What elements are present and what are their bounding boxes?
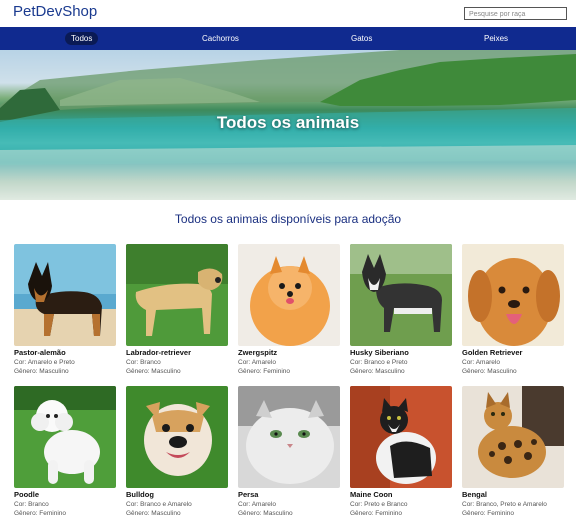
animal-card[interactable]: Husky Siberiano Cor: Branco e Preto Gêne… bbox=[350, 244, 452, 375]
animal-gender: Gênero: Masculino bbox=[238, 510, 293, 517]
hero-title: Todos os animais bbox=[216, 113, 360, 132]
animal-gender: Gênero: Masculino bbox=[126, 510, 181, 517]
animal-gender: Gênero: Feminino bbox=[350, 510, 403, 517]
animal-name: Zwergspitz bbox=[238, 348, 278, 357]
animal-color: Cor: Amarelo e Preto bbox=[14, 359, 75, 366]
nav-tab-peixes[interactable]: Peixes bbox=[484, 32, 508, 45]
animal-card[interactable]: Persa Cor: Amarelo Gênero: Masculino bbox=[238, 386, 340, 517]
bulldog-photo bbox=[126, 386, 228, 488]
nav-tab-cachorros[interactable]: Cachorros bbox=[202, 32, 239, 45]
animal-card[interactable]: Golden Retriever Cor: Amarelo Gênero: Ma… bbox=[462, 244, 564, 375]
animal-card[interactable]: Maine Coon Cor: Preto e Branco Gênero: F… bbox=[350, 386, 452, 517]
german-shepherd-photo bbox=[14, 244, 116, 346]
maine-coon-photo bbox=[350, 386, 452, 488]
poodle-photo bbox=[14, 386, 116, 488]
animal-name: Labrador-retriever bbox=[126, 348, 192, 357]
animal-gender: Gênero: Feminino bbox=[238, 368, 291, 375]
nav-tab-gatos[interactable]: Gatos bbox=[351, 32, 372, 45]
animal-gender: Gênero: Masculino bbox=[126, 368, 181, 375]
animal-name: Persa bbox=[238, 490, 259, 499]
animal-card[interactable]: Bengal Cor: Branco, Preto e Amarelo Gêne… bbox=[462, 386, 564, 517]
animal-card[interactable]: Labrador-retriever Cor: Branco Gênero: M… bbox=[126, 244, 228, 375]
section-title: Todos os animais disponíveis para adoção bbox=[174, 212, 402, 226]
animal-gender: Gênero: Feminino bbox=[14, 510, 67, 517]
persian-cat-photo bbox=[238, 386, 340, 488]
animal-color: Cor: Branco bbox=[126, 359, 161, 366]
animal-name: Bulldog bbox=[126, 490, 154, 499]
header: PetDevShop bbox=[0, 0, 576, 26]
animal-card[interactable]: Pastor-alemão Cor: Amarelo e Preto Gêner… bbox=[14, 244, 116, 375]
bengal-cat-photo bbox=[462, 386, 564, 488]
animal-gender: Gênero: Masculino bbox=[14, 368, 69, 375]
animal-gender: Gênero: Masculino bbox=[462, 368, 517, 375]
animal-color: Cor: Preto e Branco bbox=[350, 501, 408, 508]
animal-color: Cor: Branco e Amarelo bbox=[126, 501, 192, 508]
animal-name: Husky Siberiano bbox=[350, 348, 409, 357]
animal-color: Cor: Amarelo bbox=[462, 359, 500, 366]
search-input[interactable] bbox=[464, 7, 567, 20]
animal-gender: Gênero: Masculino bbox=[350, 368, 405, 375]
animal-gender: Gênero: Feminino bbox=[462, 510, 515, 517]
animal-card[interactable]: Zwergspitz Cor: Amarelo Gênero: Feminino bbox=[238, 244, 340, 375]
animal-color: Cor: Branco, Preto e Amarelo bbox=[462, 501, 547, 508]
husky-photo bbox=[350, 244, 452, 346]
animal-card[interactable]: Poodle Cor: Branco Gênero: Feminino bbox=[14, 386, 116, 517]
animal-name: Pastor-alemão bbox=[14, 348, 66, 357]
animal-color: Cor: Branco bbox=[14, 501, 49, 508]
nav-tab-todos[interactable]: Todos bbox=[65, 32, 99, 45]
animal-name: Maine Coon bbox=[350, 490, 393, 499]
animal-color: Cor: Branco e Preto bbox=[350, 359, 408, 366]
golden-retriever-photo bbox=[462, 244, 564, 346]
animal-name: Poodle bbox=[14, 490, 40, 499]
category-nav: Todos Cachorros Gatos Peixes bbox=[0, 27, 576, 50]
animal-color: Cor: Amarelo bbox=[238, 501, 276, 508]
animal-name: Golden Retriever bbox=[462, 348, 523, 357]
animal-card[interactable]: Bulldog Cor: Branco e Amarelo Gênero: Ma… bbox=[126, 386, 228, 517]
animal-color: Cor: Amarelo bbox=[238, 359, 276, 366]
labrador-photo bbox=[126, 244, 228, 346]
brand-logo[interactable]: PetDevShop bbox=[13, 3, 97, 20]
animal-name: Bengal bbox=[462, 490, 488, 499]
hero-banner: Todos os animais bbox=[0, 50, 576, 200]
pomeranian-photo bbox=[238, 244, 340, 346]
